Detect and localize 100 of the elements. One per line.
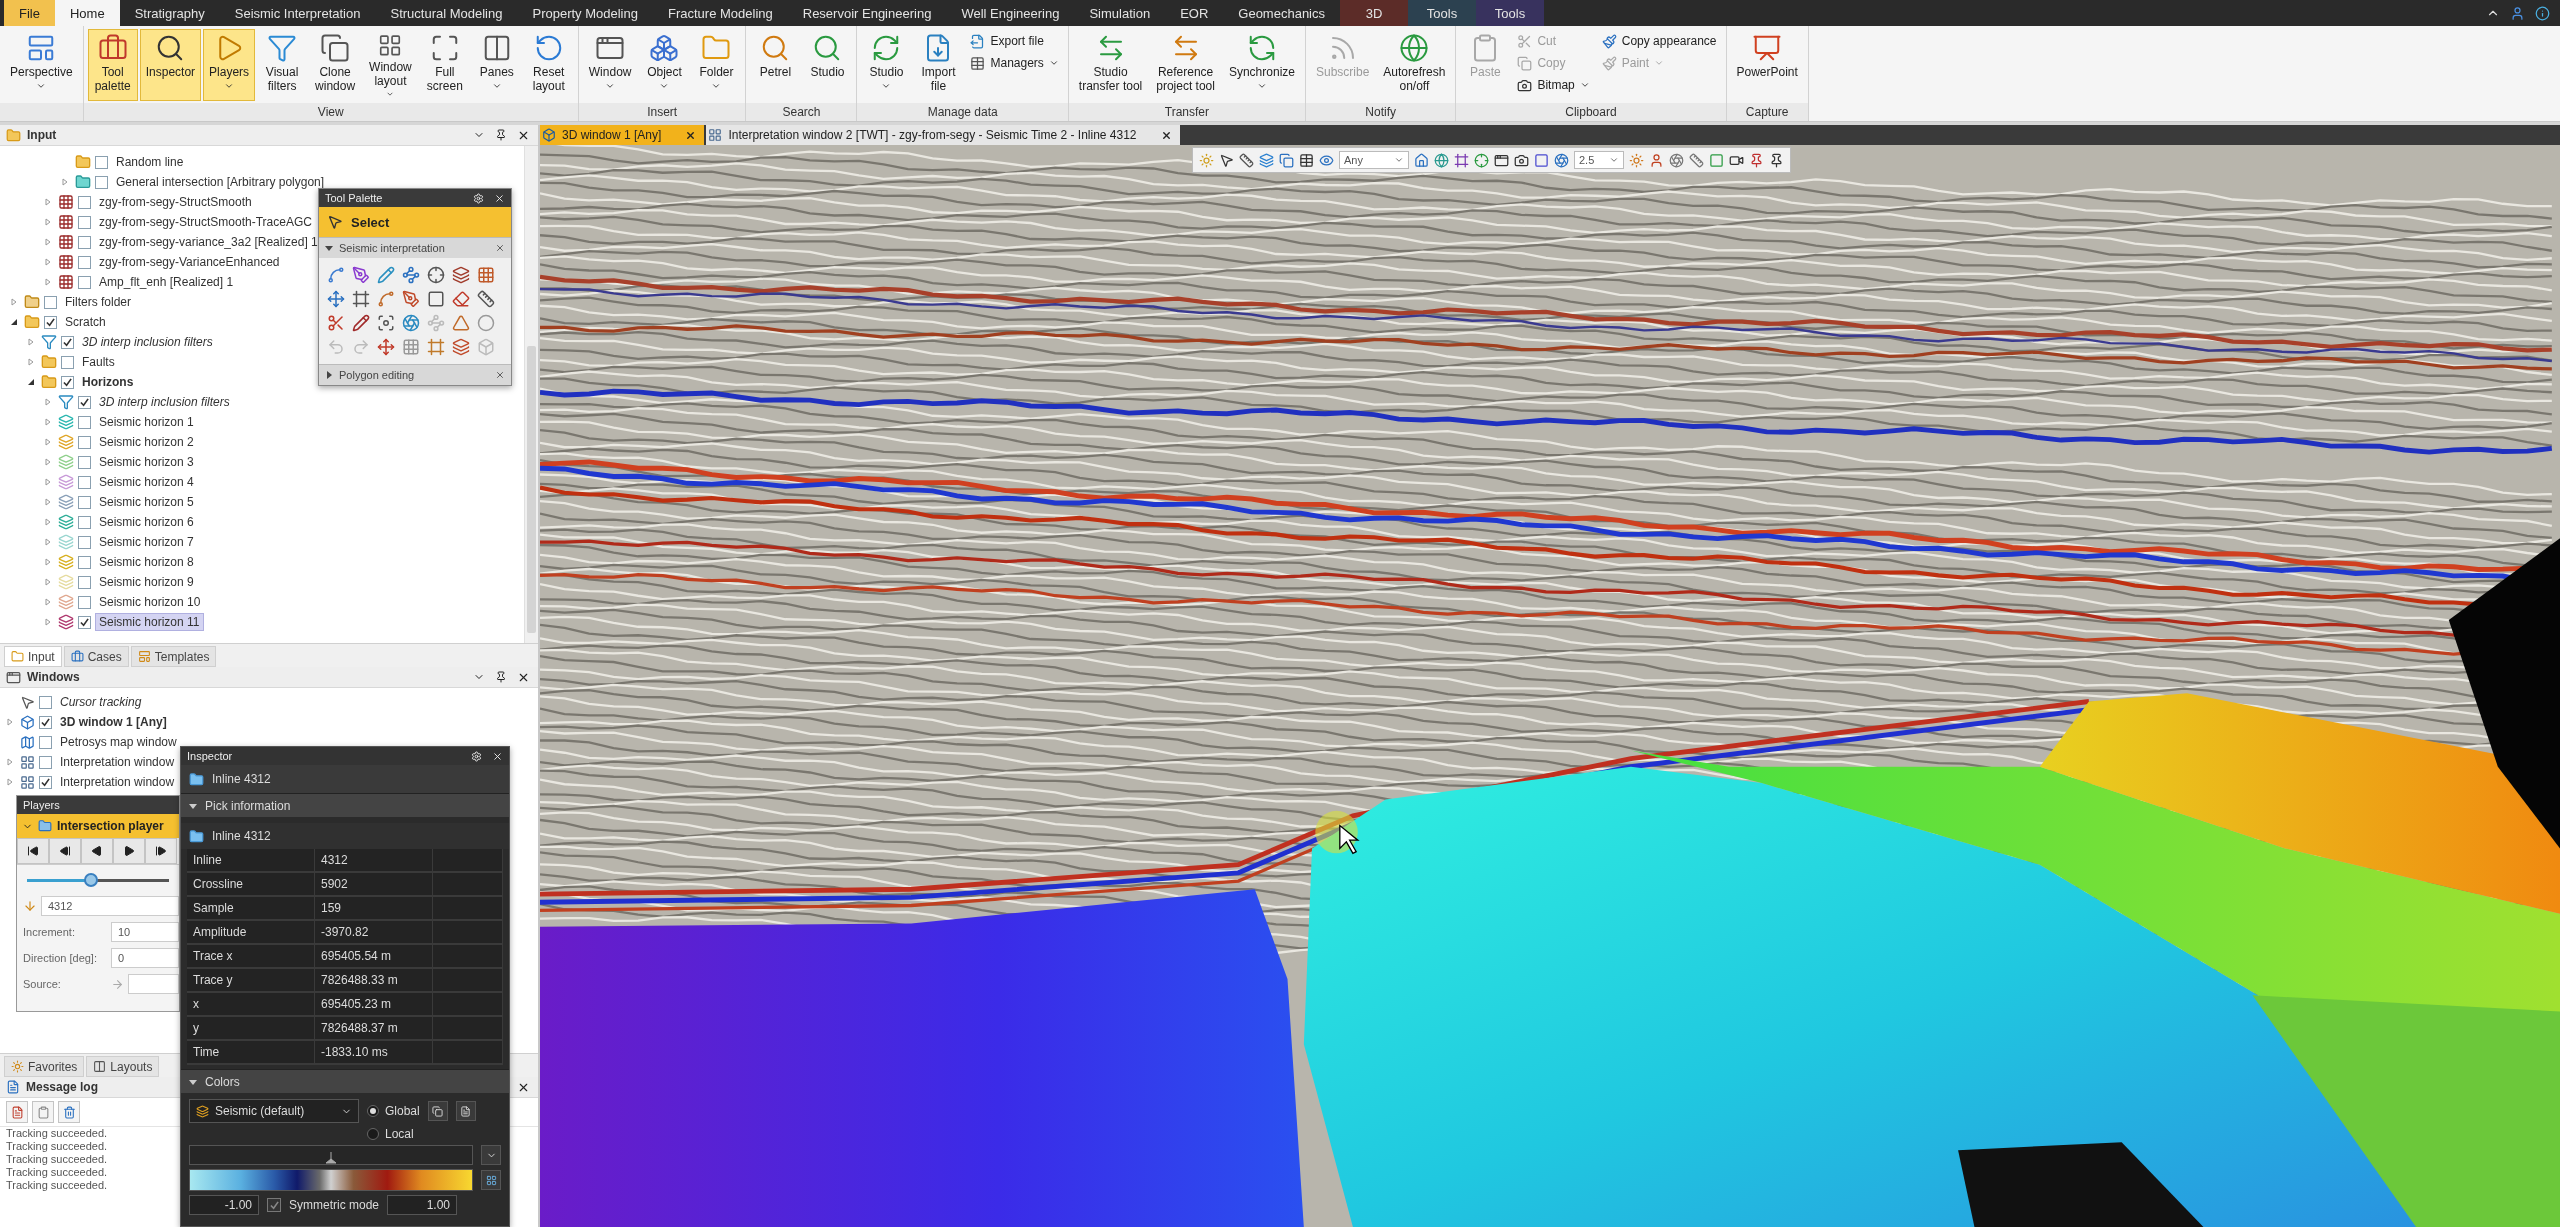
ribbon-button[interactable]: Perspective	[4, 29, 79, 101]
expand-arrow-icon[interactable]	[44, 438, 52, 446]
pen-icon[interactable]	[352, 266, 370, 284]
min-field[interactable]: -1.00	[189, 1195, 259, 1215]
checkbox[interactable]	[78, 235, 91, 249]
aperture-icon[interactable]	[1554, 152, 1569, 168]
close-icon[interactable]	[1160, 129, 1172, 141]
tree-item[interactable]: Faults	[78, 353, 119, 371]
expand-arrow-icon[interactable]	[27, 358, 35, 366]
expand-arrow-icon[interactable]	[44, 198, 52, 206]
ribbon-tab[interactable]: Tools	[1408, 0, 1476, 26]
user-icon[interactable]	[1649, 152, 1664, 168]
scissors-icon[interactable]	[327, 314, 345, 332]
ribbon-button[interactable]: Visual filters	[257, 29, 308, 101]
square-icon[interactable]	[1534, 152, 1549, 168]
panel-tab[interactable]: Templates	[130, 646, 217, 667]
tree-item[interactable]: zgy-from-segy-StructSmooth-TraceAGC	[95, 213, 316, 231]
tree-item[interactable]: Seismic horizon 10	[95, 593, 205, 611]
ribbon-button[interactable]: Bitmap	[1512, 75, 1595, 95]
expand-arrow-icon[interactable]	[44, 218, 52, 226]
ruler-icon[interactable]	[477, 290, 495, 308]
expand-arrow-icon[interactable]	[44, 578, 52, 586]
ribbon-button[interactable]: Panes	[471, 29, 522, 101]
tree-item[interactable]: zgy-from-segy-variance_3a2 [Realized] 1	[95, 233, 322, 251]
close-icon[interactable]	[494, 192, 505, 204]
ribbon-button[interactable]: Studio transfer tool	[1072, 29, 1149, 101]
panel-tab[interactable]: Layouts	[86, 1056, 160, 1077]
pencil-icon[interactable]	[352, 314, 370, 332]
checkbox[interactable]	[61, 375, 74, 389]
tree-item[interactable]: Filters folder	[61, 293, 136, 311]
expand-arrow-icon[interactable]	[44, 398, 52, 406]
histogram-track[interactable]	[189, 1145, 473, 1165]
sun-icon[interactable]	[1199, 152, 1214, 168]
expand-arrow-icon[interactable]	[44, 258, 52, 266]
ribbon-button[interactable]: Window layout	[363, 29, 418, 101]
scale-dropdown[interactable]: 2.5	[1574, 151, 1624, 169]
expand-arrow-icon[interactable]	[44, 458, 52, 466]
pin-icon[interactable]	[1769, 152, 1784, 168]
light-icon[interactable]	[1629, 152, 1644, 168]
tree-item[interactable]: Seismic horizon 8	[95, 553, 198, 571]
tree-item[interactable]: zgy-from-segy-StructSmooth	[95, 193, 256, 211]
section-header[interactable]: Polygon editing	[319, 364, 511, 385]
checkbox[interactable]	[78, 575, 91, 589]
tree-item[interactable]: General intersection [Arbitrary polygon]	[112, 173, 329, 191]
input-field[interactable]: 4312	[41, 896, 179, 916]
window-tab[interactable]: 3D window 1 [Any]	[540, 125, 705, 145]
panel-tab[interactable]: Cases	[63, 646, 129, 667]
checkbox[interactable]	[78, 395, 91, 409]
checkbox[interactable]	[95, 175, 108, 189]
ribbon-tab[interactable]: EOR	[1165, 0, 1224, 26]
panel-tab[interactable]: Input	[4, 646, 62, 667]
tree-item[interactable]: Random line	[112, 153, 188, 171]
checkbox[interactable]	[78, 255, 91, 269]
checkbox[interactable]	[61, 335, 74, 349]
log-tool-button[interactable]	[32, 1101, 54, 1123]
frame-icon[interactable]	[1454, 152, 1469, 168]
expand-arrow-icon[interactable]	[44, 278, 52, 286]
expand-arrow-icon[interactable]	[44, 518, 52, 526]
log-tool-button[interactable]	[58, 1101, 80, 1123]
checkbox[interactable]	[78, 495, 91, 509]
file-button[interactable]	[455, 1101, 476, 1121]
close-icon[interactable]	[685, 129, 697, 141]
tree-item[interactable]: Seismic horizon 9	[95, 573, 198, 591]
settings-icon[interactable]	[473, 192, 484, 204]
tree-item[interactable]: 3D interp inclusion filters	[95, 393, 234, 411]
checkbox[interactable]	[78, 435, 91, 449]
expand-arrow-icon[interactable]	[44, 238, 52, 246]
media-button[interactable]	[145, 838, 177, 864]
eraser-icon[interactable]	[452, 290, 470, 308]
expand-arrow-icon[interactable]	[44, 478, 52, 486]
ribbon-button[interactable]: Clone window	[309, 29, 362, 101]
ribbon-button[interactable]: Players	[203, 29, 256, 101]
expand-arrow-icon[interactable]	[27, 338, 35, 346]
layers-icon[interactable]	[452, 338, 470, 356]
expand-arrow-icon[interactable]	[44, 498, 52, 506]
collapse-arrow-icon[interactable]	[10, 318, 18, 326]
checkbox[interactable]	[61, 355, 74, 369]
ruler-icon[interactable]	[1689, 152, 1704, 168]
expand-arrow-icon[interactable]	[44, 538, 52, 546]
input-field[interactable]: 0	[111, 948, 179, 968]
globe-icon[interactable]	[1434, 152, 1449, 168]
section-header[interactable]: Pick information	[181, 793, 509, 817]
panel-tab[interactable]: Favorites	[4, 1056, 85, 1077]
aperture-icon[interactable]	[402, 314, 420, 332]
checkbox[interactable]	[95, 155, 108, 169]
grid-icon[interactable]	[402, 338, 420, 356]
tree-item[interactable]: Seismic horizon 7	[95, 533, 198, 551]
player-header[interactable]: Intersection player	[17, 814, 179, 838]
grid-icon[interactable]	[477, 266, 495, 284]
ribbon-button[interactable]: Tool palette	[87, 29, 138, 101]
colormap-dropdown[interactable]: Seismic (default)	[189, 1099, 359, 1123]
ribbon-button[interactable]: Studio	[802, 29, 853, 101]
section-header[interactable]: Seismic interpretation	[319, 237, 511, 258]
move-icon[interactable]	[377, 338, 395, 356]
triangle-icon[interactable]	[452, 314, 470, 332]
active-tool-bar[interactable]: Select	[319, 207, 511, 237]
pen-icon[interactable]	[402, 290, 420, 308]
ribbon-tab[interactable]: Structural Modeling	[375, 0, 518, 26]
tree-item[interactable]: Horizons	[78, 373, 138, 391]
tree-item[interactable]: 3D interp inclusion filters	[78, 333, 217, 351]
